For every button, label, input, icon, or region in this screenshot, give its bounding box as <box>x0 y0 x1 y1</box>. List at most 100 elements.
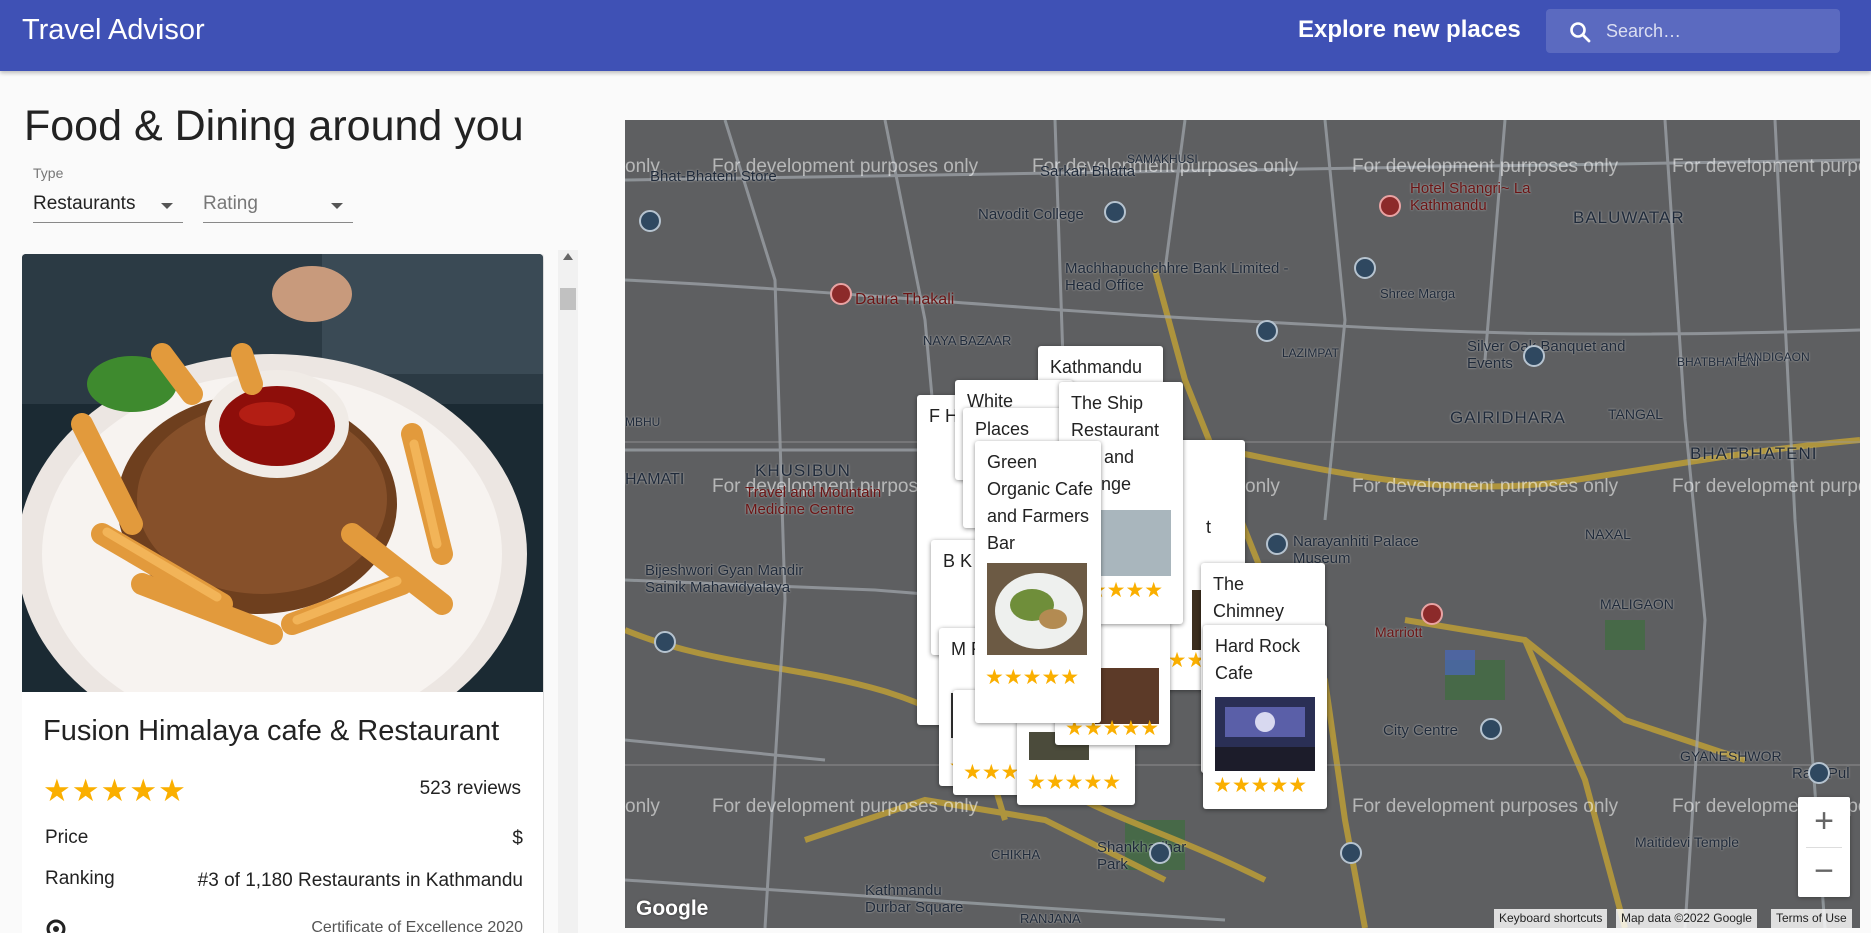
list-scrollbar[interactable] <box>558 250 578 933</box>
map-label: NAYA BAZAAR <box>923 333 1012 348</box>
watermark: For development purposes only <box>1352 476 1619 497</box>
map-label: Daura Thakali <box>855 291 955 308</box>
watermark: For development purpo <box>1672 156 1860 177</box>
rating-underline <box>203 222 353 223</box>
map-pin-icon[interactable] <box>654 631 676 653</box>
watermark: For development purposes only <box>1352 796 1619 817</box>
keyboard-shortcuts-link[interactable]: Keyboard shortcuts <box>1494 909 1608 928</box>
place-name: Fusion Himalaya cafe & Restaurant <box>43 715 500 747</box>
map-label: Marriott <box>1375 624 1423 640</box>
search-box[interactable] <box>1546 9 1840 53</box>
map-label: HANDIGAON <box>1737 350 1810 364</box>
map-pin-icon[interactable] <box>830 283 852 305</box>
map-place-photo <box>987 563 1087 655</box>
map-place-photo <box>1215 697 1315 771</box>
app-bar: Travel Advisor Explore new places <box>0 0 1871 71</box>
map-pin-icon[interactable] <box>1421 603 1443 625</box>
map-label: BALUWATAR <box>1573 208 1685 227</box>
map-label: NAXAL <box>1585 526 1631 542</box>
map-place-stars: ★★★★★ <box>1027 771 1122 794</box>
map-label: SAMAKHUSI <box>1127 152 1198 166</box>
map-data-attribution: Map data ©2022 Google <box>1616 909 1757 928</box>
place-list: Fusion Himalaya cafe & Restaurant ★★★★★ … <box>22 254 544 933</box>
zoom-out-button[interactable]: − <box>1798 847 1850 897</box>
map-label: Hotel Shangri~ La Kathmandu <box>1410 180 1531 214</box>
map-place-stars: ★★★★★ <box>985 666 1080 689</box>
rating-placeholder: Rating <box>203 193 258 214</box>
scroll-thumb[interactable] <box>560 288 576 310</box>
map-label: LAZIMPAT <box>1282 346 1339 360</box>
map-label: MALIGAON <box>1600 596 1674 612</box>
zoom-in-button[interactable]: + <box>1798 797 1850 847</box>
price-label: Price <box>45 827 89 848</box>
watermark: only <box>625 796 660 817</box>
ranking-value: #3 of 1,180 Restaurants in Kathmandu <box>197 870 523 891</box>
map-label: KHUSIBUN <box>755 461 851 480</box>
map-label: Sarkari Bhatta <box>1040 163 1136 180</box>
award-text: Certificate of Excellence 2020 <box>311 919 523 933</box>
map-label: GYANESHWOR <box>1680 748 1782 764</box>
map-pin-icon[interactable] <box>1480 718 1502 740</box>
map-place-name: Hard Rock Cafe <box>1215 636 1301 683</box>
map-label: Navodit College <box>978 206 1084 223</box>
price-value: $ <box>512 828 523 849</box>
scroll-up-arrow-icon[interactable] <box>563 253 573 260</box>
type-underline <box>33 222 183 223</box>
map-pin-icon[interactable] <box>1354 257 1376 279</box>
chevron-down-icon <box>331 203 343 209</box>
place-photo <box>22 254 543 692</box>
map-place-card[interactable]: Green Organic Cafe and Farmers Bar ★★★★★ <box>975 441 1101 723</box>
page-title: Food & Dining around you <box>24 102 524 150</box>
map-label: GAIRIDHARA <box>1450 408 1566 427</box>
map-pin-icon[interactable] <box>1104 201 1126 223</box>
watermark: For development purposes only <box>1352 156 1619 177</box>
map-pin-icon[interactable] <box>1266 533 1288 555</box>
watermark: For development purposes only <box>712 796 979 817</box>
map[interactable]: only For development purposes only For d… <box>625 120 1860 928</box>
map-pin-icon[interactable] <box>1149 842 1171 864</box>
zoom-controls: + − <box>1798 797 1850 897</box>
map-place-name: Green Organic Cafe and Farmers Bar <box>987 452 1094 553</box>
map-label: Machhapuchchhre Bank Limited - Head Offi… <box>1065 260 1289 294</box>
map-label: Silver Oak Banquet and Events <box>1467 338 1626 372</box>
map-label: City Centre <box>1383 722 1459 739</box>
map-label: Narayanhiti Palace Museum <box>1293 533 1419 567</box>
watermark: For development purpo <box>1672 476 1860 497</box>
award-icon <box>46 919 66 933</box>
search-icon <box>1570 22 1591 43</box>
chevron-down-icon <box>161 203 173 209</box>
map-pin-icon[interactable] <box>1340 842 1362 864</box>
map-label: CHIKHA <box>991 847 1041 862</box>
map-pin-icon[interactable] <box>639 210 661 232</box>
map-label: MBHU <box>625 415 661 429</box>
google-logo: Google <box>636 897 709 920</box>
map-pin-icon[interactable] <box>1379 195 1401 217</box>
watermark: only <box>1245 476 1280 497</box>
rating-stars: ★★★★★ <box>43 773 187 808</box>
review-count: 523 reviews <box>419 778 521 799</box>
map-pin-icon[interactable] <box>1523 345 1545 367</box>
map-label: Bijeshwori Gyan Mandir Sainik Mahavidyal… <box>645 562 804 596</box>
map-place-card[interactable]: Hard Rock Cafe ★★★★★ <box>1203 625 1327 809</box>
ranking-label: Ranking <box>45 868 115 889</box>
type-select[interactable]: Type Restaurants <box>33 165 183 223</box>
search-input[interactable] <box>1606 9 1831 53</box>
map-place-photo <box>1095 510 1171 576</box>
app-title: Travel Advisor <box>22 14 205 46</box>
map-place-name: t <box>1206 517 1212 537</box>
map-label: Kathmandu Durbar Square <box>865 882 964 916</box>
map-label: Bhat-Bhateni Store <box>650 168 777 185</box>
map-label: Maitidevi Temple <box>1635 834 1740 850</box>
type-label: Type <box>33 165 64 181</box>
type-value: Restaurants <box>33 193 136 214</box>
map-label: RANJANA <box>1020 911 1081 926</box>
map-place-stars: ★★★★★ <box>1213 774 1308 797</box>
map-pin-icon[interactable] <box>1256 320 1278 342</box>
explore-label: Explore new places <box>1298 16 1521 43</box>
place-card[interactable]: Fusion Himalaya cafe & Restaurant ★★★★★ … <box>22 254 543 933</box>
terms-link[interactable]: Terms of Use <box>1771 909 1852 928</box>
map-pin-icon[interactable] <box>1808 762 1830 784</box>
map-label: Shree Marga <box>1380 286 1456 301</box>
map-label: HAMATI <box>625 471 685 488</box>
map-label: Travel and Mountain Medicine Centre <box>745 484 882 518</box>
